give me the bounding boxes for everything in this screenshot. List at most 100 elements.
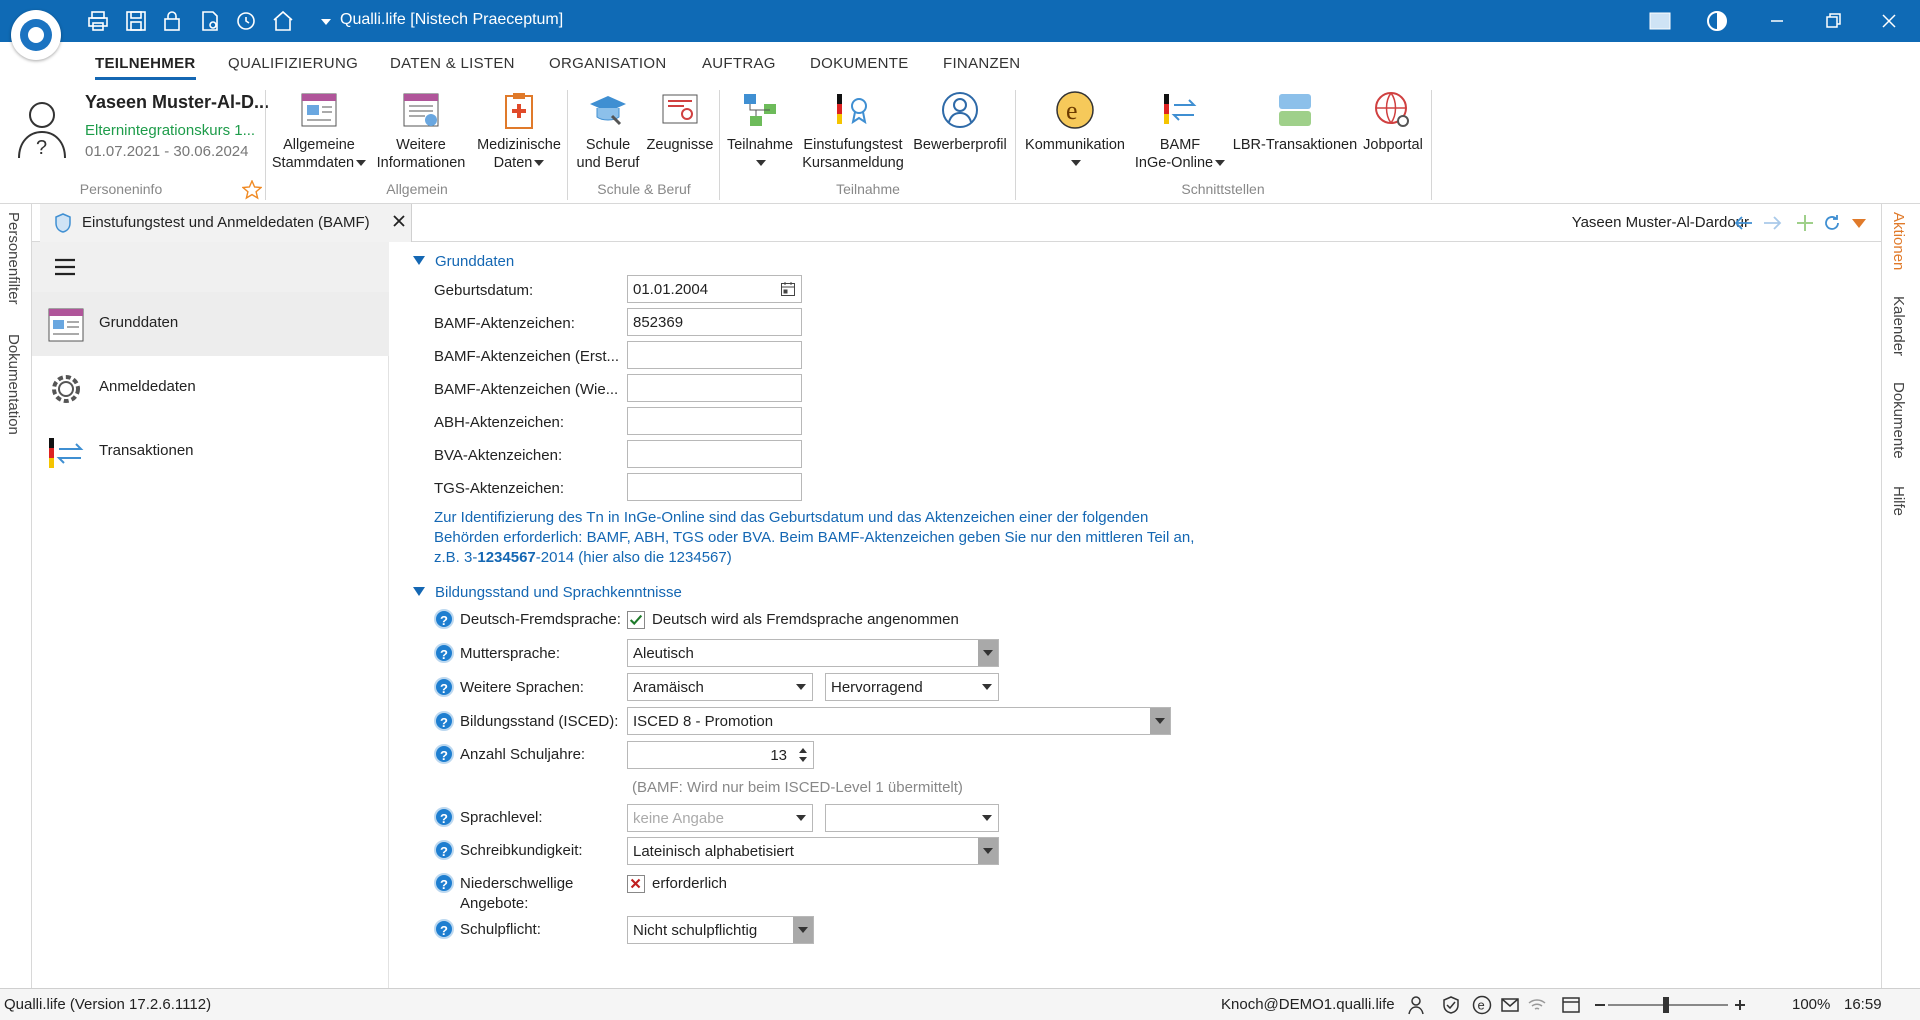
help-icon[interactable]: ? (434, 711, 454, 731)
side-tab-personenfilter[interactable]: Personenfilter (5, 212, 22, 305)
kommunikation-button[interactable]: e Kommunikation (1018, 90, 1132, 172)
side-tab-aktionen[interactable]: Aktionen (1890, 212, 1907, 270)
close-window-icon[interactable] (1877, 9, 1901, 33)
add-icon[interactable] (1794, 212, 1816, 234)
bamf-aktenzeichen-wie-input[interactable] (627, 374, 802, 402)
print-icon[interactable] (86, 9, 110, 33)
einstufungstest-kursanmeldung-button[interactable]: Einstufungstest Kursanmeldung (798, 90, 908, 172)
nav-item-anmeldedaten[interactable]: Anmeldedaten (32, 356, 389, 420)
sprachniveau-select[interactable]: Hervorragend (825, 673, 999, 701)
schulpflicht-select[interactable]: Nicht schulpflichtig (627, 916, 814, 944)
window-icon[interactable] (1561, 995, 1581, 1015)
tab-dokumente[interactable]: DOKUMENTE (810, 55, 909, 72)
help-icon[interactable]: ? (434, 609, 454, 629)
collapse-caret-icon[interactable] (413, 587, 425, 596)
help-icon[interactable]: ? (434, 840, 454, 860)
help-icon[interactable]: ? (434, 807, 454, 827)
arrow-left-icon[interactable] (1733, 212, 1755, 234)
communication-e-icon[interactable]: e (1472, 995, 1492, 1015)
reload-icon[interactable] (1821, 212, 1843, 234)
tab-auftrag[interactable]: AUFTRAG (702, 55, 776, 72)
section-title-bildungsstand[interactable]: Bildungsstand und Sprachkenntnisse (435, 584, 682, 601)
document-tab[interactable]: Einstufungstest und Anmeldedaten (BAMF) (40, 204, 412, 242)
restore-icon[interactable] (1821, 9, 1845, 33)
calendar-icon[interactable] (780, 281, 796, 297)
help-icon[interactable]: ? (434, 919, 454, 939)
dropdown-arrow-icon[interactable] (1848, 212, 1870, 234)
zoom-in-icon[interactable] (1730, 995, 1750, 1015)
geburtsdatum-input[interactable]: 01.01.2004 (627, 275, 802, 303)
deutsch-fremdsprache-checkbox[interactable] (627, 611, 645, 629)
zeugnisse-button[interactable]: Zeugnisse (645, 90, 715, 154)
tab-organisation[interactable]: ORGANISATION (549, 55, 667, 72)
tab-qualifizierung[interactable]: QUALIFIZIERUNG (228, 55, 358, 72)
person-course[interactable]: Elternintegrationskurs 1... (85, 122, 255, 139)
dropdown-button[interactable] (978, 640, 998, 666)
teilnahme-button[interactable]: Teilnahme (722, 90, 798, 172)
lock-icon[interactable] (160, 9, 184, 33)
shield-check-icon[interactable] (1441, 995, 1461, 1015)
isced-select[interactable]: ISCED 8 - Promotion (627, 707, 1171, 735)
tgs-aktenzeichen-input[interactable] (627, 473, 802, 501)
close-icon[interactable] (390, 212, 408, 230)
zoom-out-icon[interactable] (1590, 995, 1610, 1015)
dropdown-button[interactable] (978, 838, 998, 864)
save-icon[interactable] (124, 9, 148, 33)
sprachlevel-detail-select[interactable] (825, 804, 999, 832)
star-icon[interactable] (241, 179, 263, 200)
app-logo[interactable] (11, 10, 61, 60)
field-label: Niederschwellige (460, 875, 574, 892)
sprachlevel-select[interactable]: keine Angabe (627, 804, 813, 832)
stepper-arrows-icon[interactable] (797, 744, 809, 766)
bamf-aktenzeichen-erst-input[interactable] (627, 341, 802, 369)
help-icon[interactable]: ? (434, 677, 454, 697)
nav-item-transaktionen[interactable]: Transaktionen (32, 420, 389, 484)
section-title-grunddaten[interactable]: Grunddaten (435, 253, 514, 270)
select-value: keine Angabe (633, 810, 724, 827)
bamf-aktenzeichen-input[interactable]: 852369 (627, 308, 802, 336)
allgemeine-stammdaten-button[interactable]: Allgemeine Stammdaten (268, 90, 370, 172)
collapse-caret-icon[interactable] (413, 256, 425, 265)
weitere-sprachen-select[interactable]: Aramäisch (627, 673, 813, 701)
niederschwellige-angebote-checkbox[interactable] (627, 875, 645, 893)
side-tab-dokumentation[interactable]: Dokumentation (5, 334, 22, 435)
dropdown-button[interactable] (793, 917, 813, 943)
tab-finanzen[interactable]: FINANZEN (943, 55, 1020, 72)
schule-und-beruf-button[interactable]: Schule und Beruf (570, 90, 646, 172)
help-icon[interactable]: ? (434, 744, 454, 764)
abh-aktenzeichen-input[interactable] (627, 407, 802, 435)
bewerberprofil-button[interactable]: Bewerberprofil (908, 90, 1012, 154)
refresh-icon[interactable] (234, 9, 258, 33)
document-settings-icon[interactable] (198, 9, 222, 33)
arrow-right-icon[interactable] (1761, 212, 1783, 234)
jobportal-button[interactable]: Jobportal (1358, 90, 1428, 154)
schuljahre-stepper[interactable]: 13 (627, 741, 814, 769)
weitere-informationen-button[interactable]: Weitere Informationen (370, 90, 472, 172)
person-avatar-icon[interactable]: ? (14, 98, 70, 160)
home-icon[interactable] (271, 9, 295, 33)
tab-daten-listen[interactable]: DATEN & LISTEN (390, 55, 515, 72)
side-tab-dokumente[interactable]: Dokumente (1890, 382, 1907, 459)
side-tab-hilfe[interactable]: Hilfe (1890, 486, 1907, 516)
zoom-slider-handle[interactable] (1663, 997, 1669, 1013)
help-icon[interactable]: ? (434, 643, 454, 663)
lbr-transaktionen-button[interactable]: LBR-Transaktionen (1230, 90, 1360, 154)
hamburger-menu-icon[interactable] (54, 258, 76, 276)
dropdown-button[interactable] (1150, 708, 1170, 734)
user-icon[interactable] (1406, 995, 1426, 1015)
muttersprache-select[interactable]: Aleutisch (627, 639, 999, 667)
medizinische-daten-button[interactable]: Medizinische Daten (472, 90, 566, 172)
bva-aktenzeichen-input[interactable] (627, 440, 802, 468)
layout-icon[interactable] (1648, 9, 1672, 33)
side-tab-kalender[interactable]: Kalender (1890, 296, 1907, 356)
help-icon[interactable]: ? (434, 873, 454, 893)
tab-teilnehmer[interactable]: TEILNEHMER (95, 55, 196, 80)
schreibkundigkeit-select[interactable]: Lateinisch alphabetisiert (627, 837, 999, 865)
wifi-icon[interactable] (1527, 995, 1547, 1015)
bamf-inge-online-button[interactable]: BAMF InGe-Online (1132, 90, 1228, 172)
mail-icon[interactable] (1500, 995, 1520, 1015)
contrast-icon[interactable] (1705, 9, 1729, 33)
nav-item-grunddaten[interactable]: Grunddaten (32, 292, 389, 356)
quick-access-dropdown-icon[interactable] (314, 9, 338, 33)
minimize-icon[interactable] (1765, 9, 1789, 33)
